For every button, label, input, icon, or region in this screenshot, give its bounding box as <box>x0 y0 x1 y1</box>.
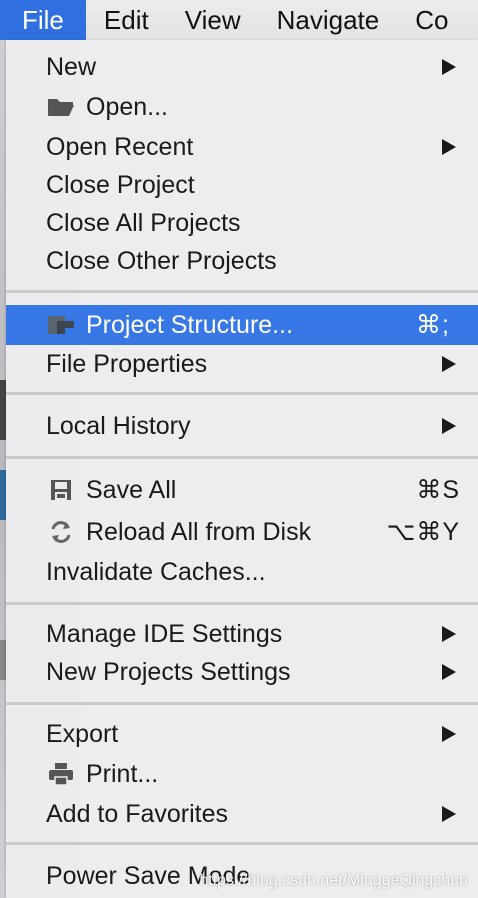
menu-item-add-to-favorites[interactable]: Add to Favorites <box>6 795 478 833</box>
watermark: https://blog.csdn.net/MinggeQingchun <box>199 872 468 889</box>
menu-item-print[interactable]: Print... <box>6 755 478 793</box>
submenu-arrow-icon <box>442 726 456 742</box>
menu-item-label: Add to Favorites <box>46 799 229 828</box>
menu-item-manage-ide-settings[interactable]: Manage IDE Settings <box>6 615 478 653</box>
menu-item-file-properties[interactable]: File Properties <box>6 345 478 383</box>
menu-item-label: Local History <box>46 411 191 440</box>
submenu-arrow-icon <box>442 356 456 372</box>
submenu-arrow-icon <box>442 806 456 822</box>
submenu-arrow-icon <box>442 626 456 642</box>
menu-item-close-other-projects[interactable]: Close Other Projects <box>6 242 478 280</box>
menu-item-local-history[interactable]: Local History <box>6 407 478 445</box>
menu-item-new-projects-settings[interactable]: New Projects Settings <box>6 653 478 691</box>
menubar-edit[interactable]: Edit <box>86 0 167 40</box>
menu-item-close-project[interactable]: Close Project <box>6 166 478 204</box>
project-structure-icon <box>46 310 76 340</box>
menu-separator <box>6 602 478 605</box>
menu-item-export[interactable]: Export <box>6 715 478 753</box>
menu-item-label: Open... <box>86 92 168 121</box>
screen: File Edit View Navigate Co New Open... O… <box>0 0 478 898</box>
submenu-arrow-icon <box>442 59 456 75</box>
menubar-navigate[interactable]: Navigate <box>259 0 398 40</box>
menu-item-close-all-projects[interactable]: Close All Projects <box>6 204 478 242</box>
menu-separator <box>6 290 478 293</box>
submenu-arrow-icon <box>442 418 456 434</box>
menubar: File Edit View Navigate Co <box>0 0 478 41</box>
menu-item-label: New Projects Settings <box>46 657 291 686</box>
menu-item-label: File Properties <box>46 349 208 378</box>
menu-item-new[interactable]: New <box>6 48 478 86</box>
menu-separator <box>6 392 478 395</box>
printer-icon <box>46 759 76 789</box>
menu-item-open[interactable]: Open... <box>6 88 478 126</box>
menu-item-label: Close Project <box>46 170 195 199</box>
menu-item-label: Close Other Projects <box>46 246 277 275</box>
submenu-arrow-icon <box>442 139 456 155</box>
shortcut-label: ⌥⌘Y <box>386 518 460 546</box>
menu-item-label: Reload All from Disk <box>86 517 312 546</box>
menu-item-label: Project Structure... <box>86 310 294 339</box>
shortcut-label: ⌘S <box>416 476 460 504</box>
menu-item-label: Close All Projects <box>46 208 241 237</box>
menu-item-project-structure[interactable]: Project Structure... ⌘; <box>6 305 478 345</box>
menu-separator <box>6 456 478 459</box>
folder-icon <box>46 92 76 122</box>
menu-item-label: Print... <box>86 759 159 788</box>
menubar-file[interactable]: File <box>0 0 86 40</box>
menubar-code[interactable]: Co <box>397 0 466 40</box>
menu-item-label: Manage IDE Settings <box>46 619 283 648</box>
submenu-arrow-icon <box>442 664 456 680</box>
shortcut-label: ⌘; <box>416 311 450 339</box>
reload-icon <box>46 517 76 547</box>
menu-item-label: Save All <box>86 475 177 504</box>
menu-item-label: Invalidate Caches... <box>46 557 266 586</box>
menu-item-save-all[interactable]: Save All ⌘S <box>6 471 478 509</box>
menu-item-label: New <box>46 52 97 81</box>
menu-separator <box>6 842 478 845</box>
menu-item-label: Open Recent <box>46 132 194 161</box>
menu-item-invalidate-caches[interactable]: Invalidate Caches... <box>6 553 478 591</box>
save-icon <box>46 475 76 505</box>
menu-item-label: Export <box>46 719 119 748</box>
menu-separator <box>6 702 478 705</box>
menu-item-reload-all[interactable]: Reload All from Disk ⌥⌘Y <box>6 513 478 551</box>
menu-item-open-recent[interactable]: Open Recent <box>6 128 478 166</box>
file-menu-dropdown: New Open... Open Recent Close Project Cl… <box>6 40 478 898</box>
menubar-view[interactable]: View <box>167 0 259 40</box>
